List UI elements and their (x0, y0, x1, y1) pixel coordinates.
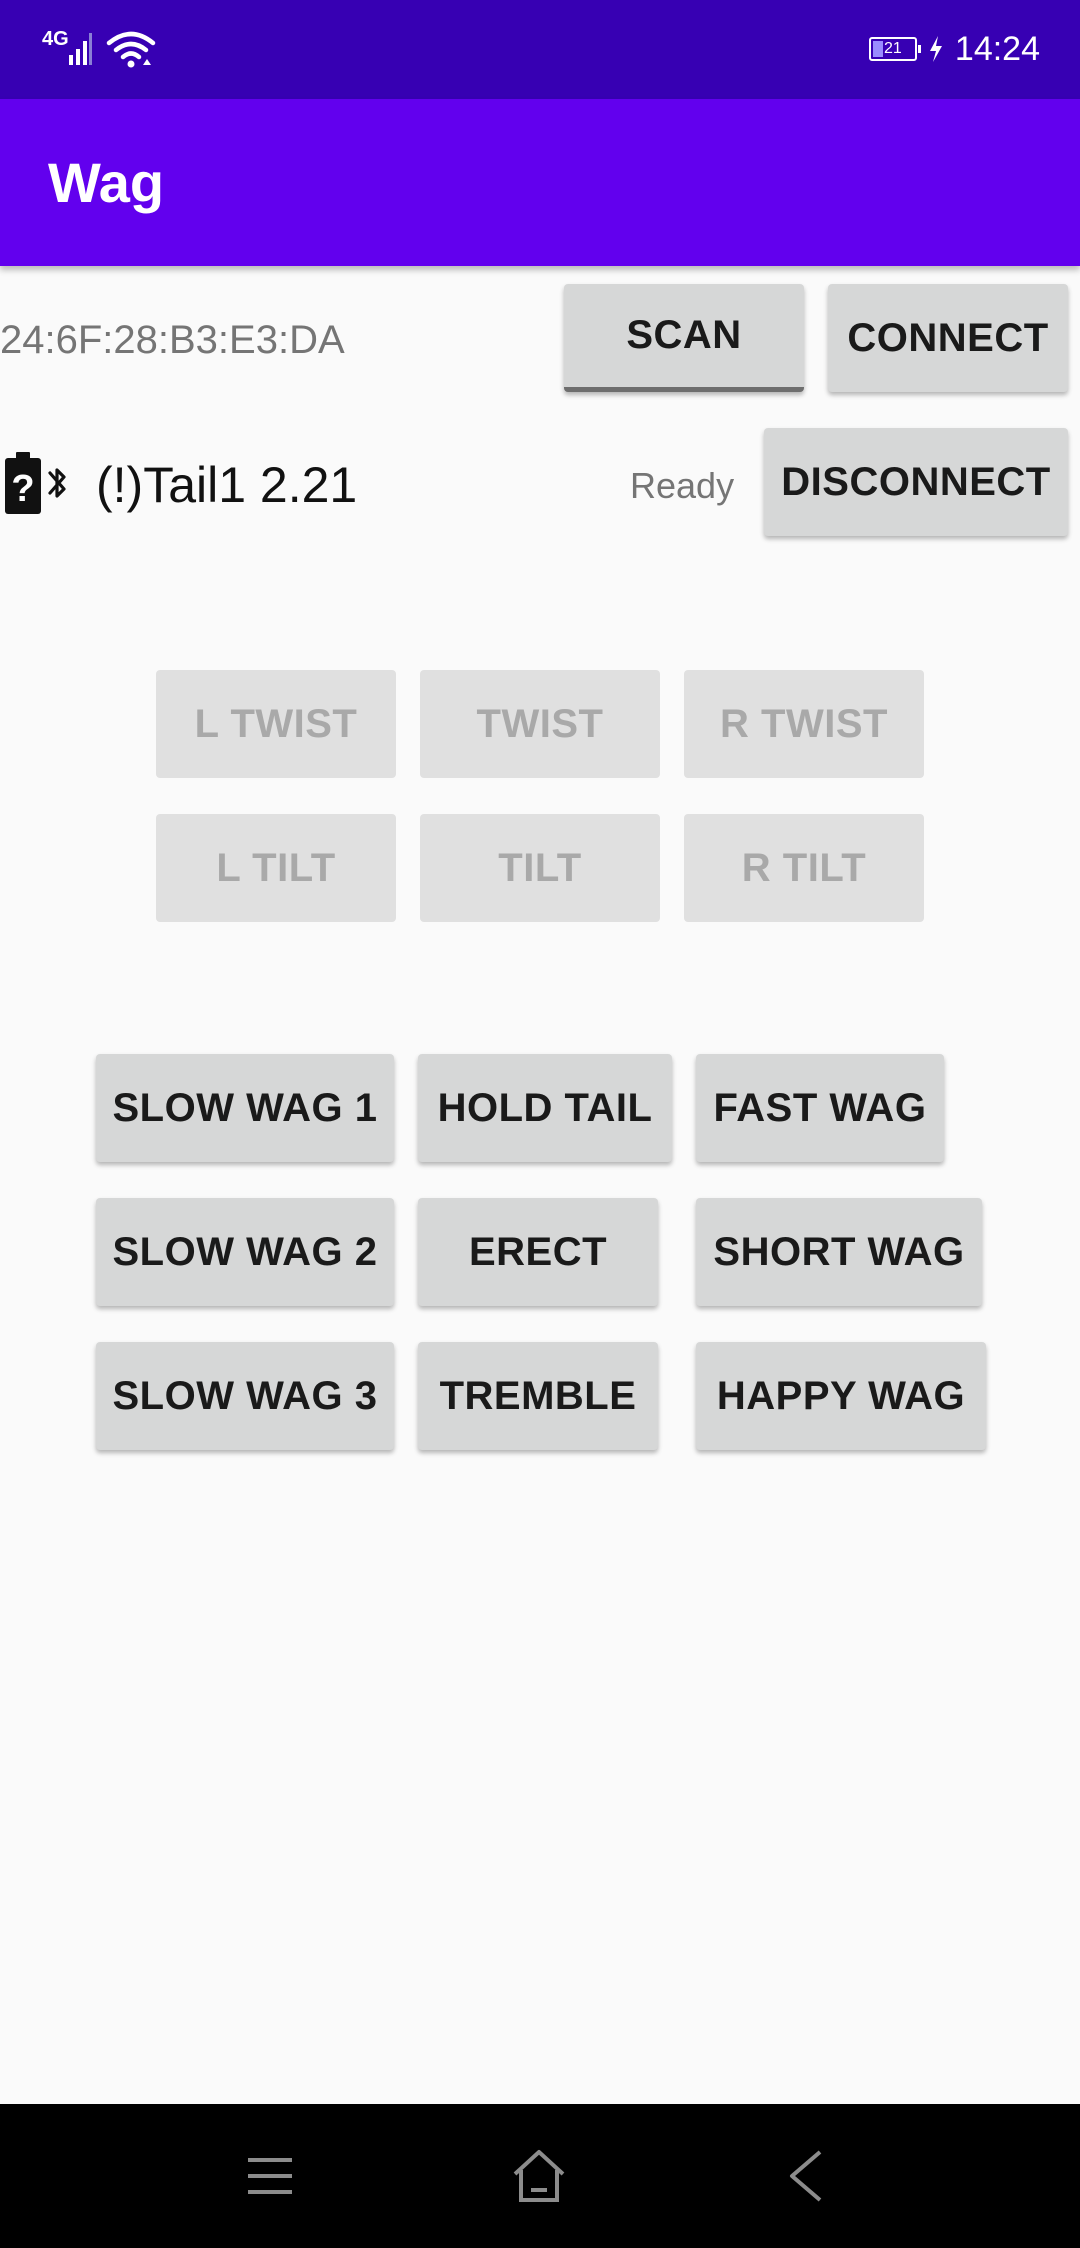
menu-icon[interactable] (246, 2146, 294, 2206)
happy-wag-button[interactable]: HAPPY WAG (696, 1342, 986, 1450)
battery-level: 21 (884, 40, 902, 57)
short-wag-button[interactable]: SHORT WAG (696, 1198, 982, 1306)
svg-text:?: ? (11, 468, 34, 510)
navigation-bar (0, 2104, 1080, 2248)
app-bar: Wag (0, 99, 1080, 266)
mac-address: 24:6F:28:B3:E3:DA (0, 318, 345, 362)
slow-wag-2-button[interactable]: SLOW WAG 2 (96, 1198, 394, 1306)
signal-icon (68, 33, 92, 65)
device-status-icons: ? (4, 452, 72, 514)
tail-device-name: (!)Tail1 2.21 (96, 457, 358, 513)
l-twist-button[interactable]: L TWIST (156, 670, 396, 778)
status-bar: 4G 21 14:24 (0, 0, 1080, 99)
battery-unknown-icon: ? (5, 452, 41, 514)
r-tilt-button[interactable]: R TILT (684, 814, 924, 922)
r-twist-button[interactable]: R TWIST (684, 670, 924, 778)
wifi-icon (106, 31, 155, 68)
fast-wag-button[interactable]: FAST WAG (696, 1054, 944, 1162)
slow-wag-3-button[interactable]: SLOW WAG 3 (96, 1342, 394, 1450)
slow-wag-1-button[interactable]: SLOW WAG 1 (96, 1054, 394, 1162)
home-icon[interactable] (511, 2146, 567, 2206)
l-tilt-button[interactable]: L TILT (156, 814, 396, 922)
hold-tail-button[interactable]: HOLD TAIL (418, 1054, 672, 1162)
tilt-button[interactable]: TILT (420, 814, 660, 922)
disconnect-button[interactable]: DISCONNECT (764, 428, 1068, 536)
connect-button[interactable]: CONNECT (828, 284, 1068, 392)
erect-button[interactable]: ERECT (418, 1198, 658, 1306)
status-right: 21 14:24 (868, 26, 1040, 72)
back-icon[interactable] (786, 2146, 826, 2206)
scan-button[interactable]: SCAN (564, 284, 804, 392)
device-status: Ready (630, 465, 735, 506)
charging-icon (929, 36, 942, 62)
status-left: 4G (42, 26, 157, 72)
app-title: Wag (48, 151, 165, 214)
tremble-button[interactable]: TREMBLE (418, 1342, 658, 1450)
twist-button[interactable]: TWIST (420, 670, 660, 778)
battery-icon: 21 (868, 37, 921, 61)
bluetooth-icon (48, 468, 66, 498)
clock: 14:24 (954, 29, 1040, 68)
network-type: 4G (42, 28, 69, 50)
